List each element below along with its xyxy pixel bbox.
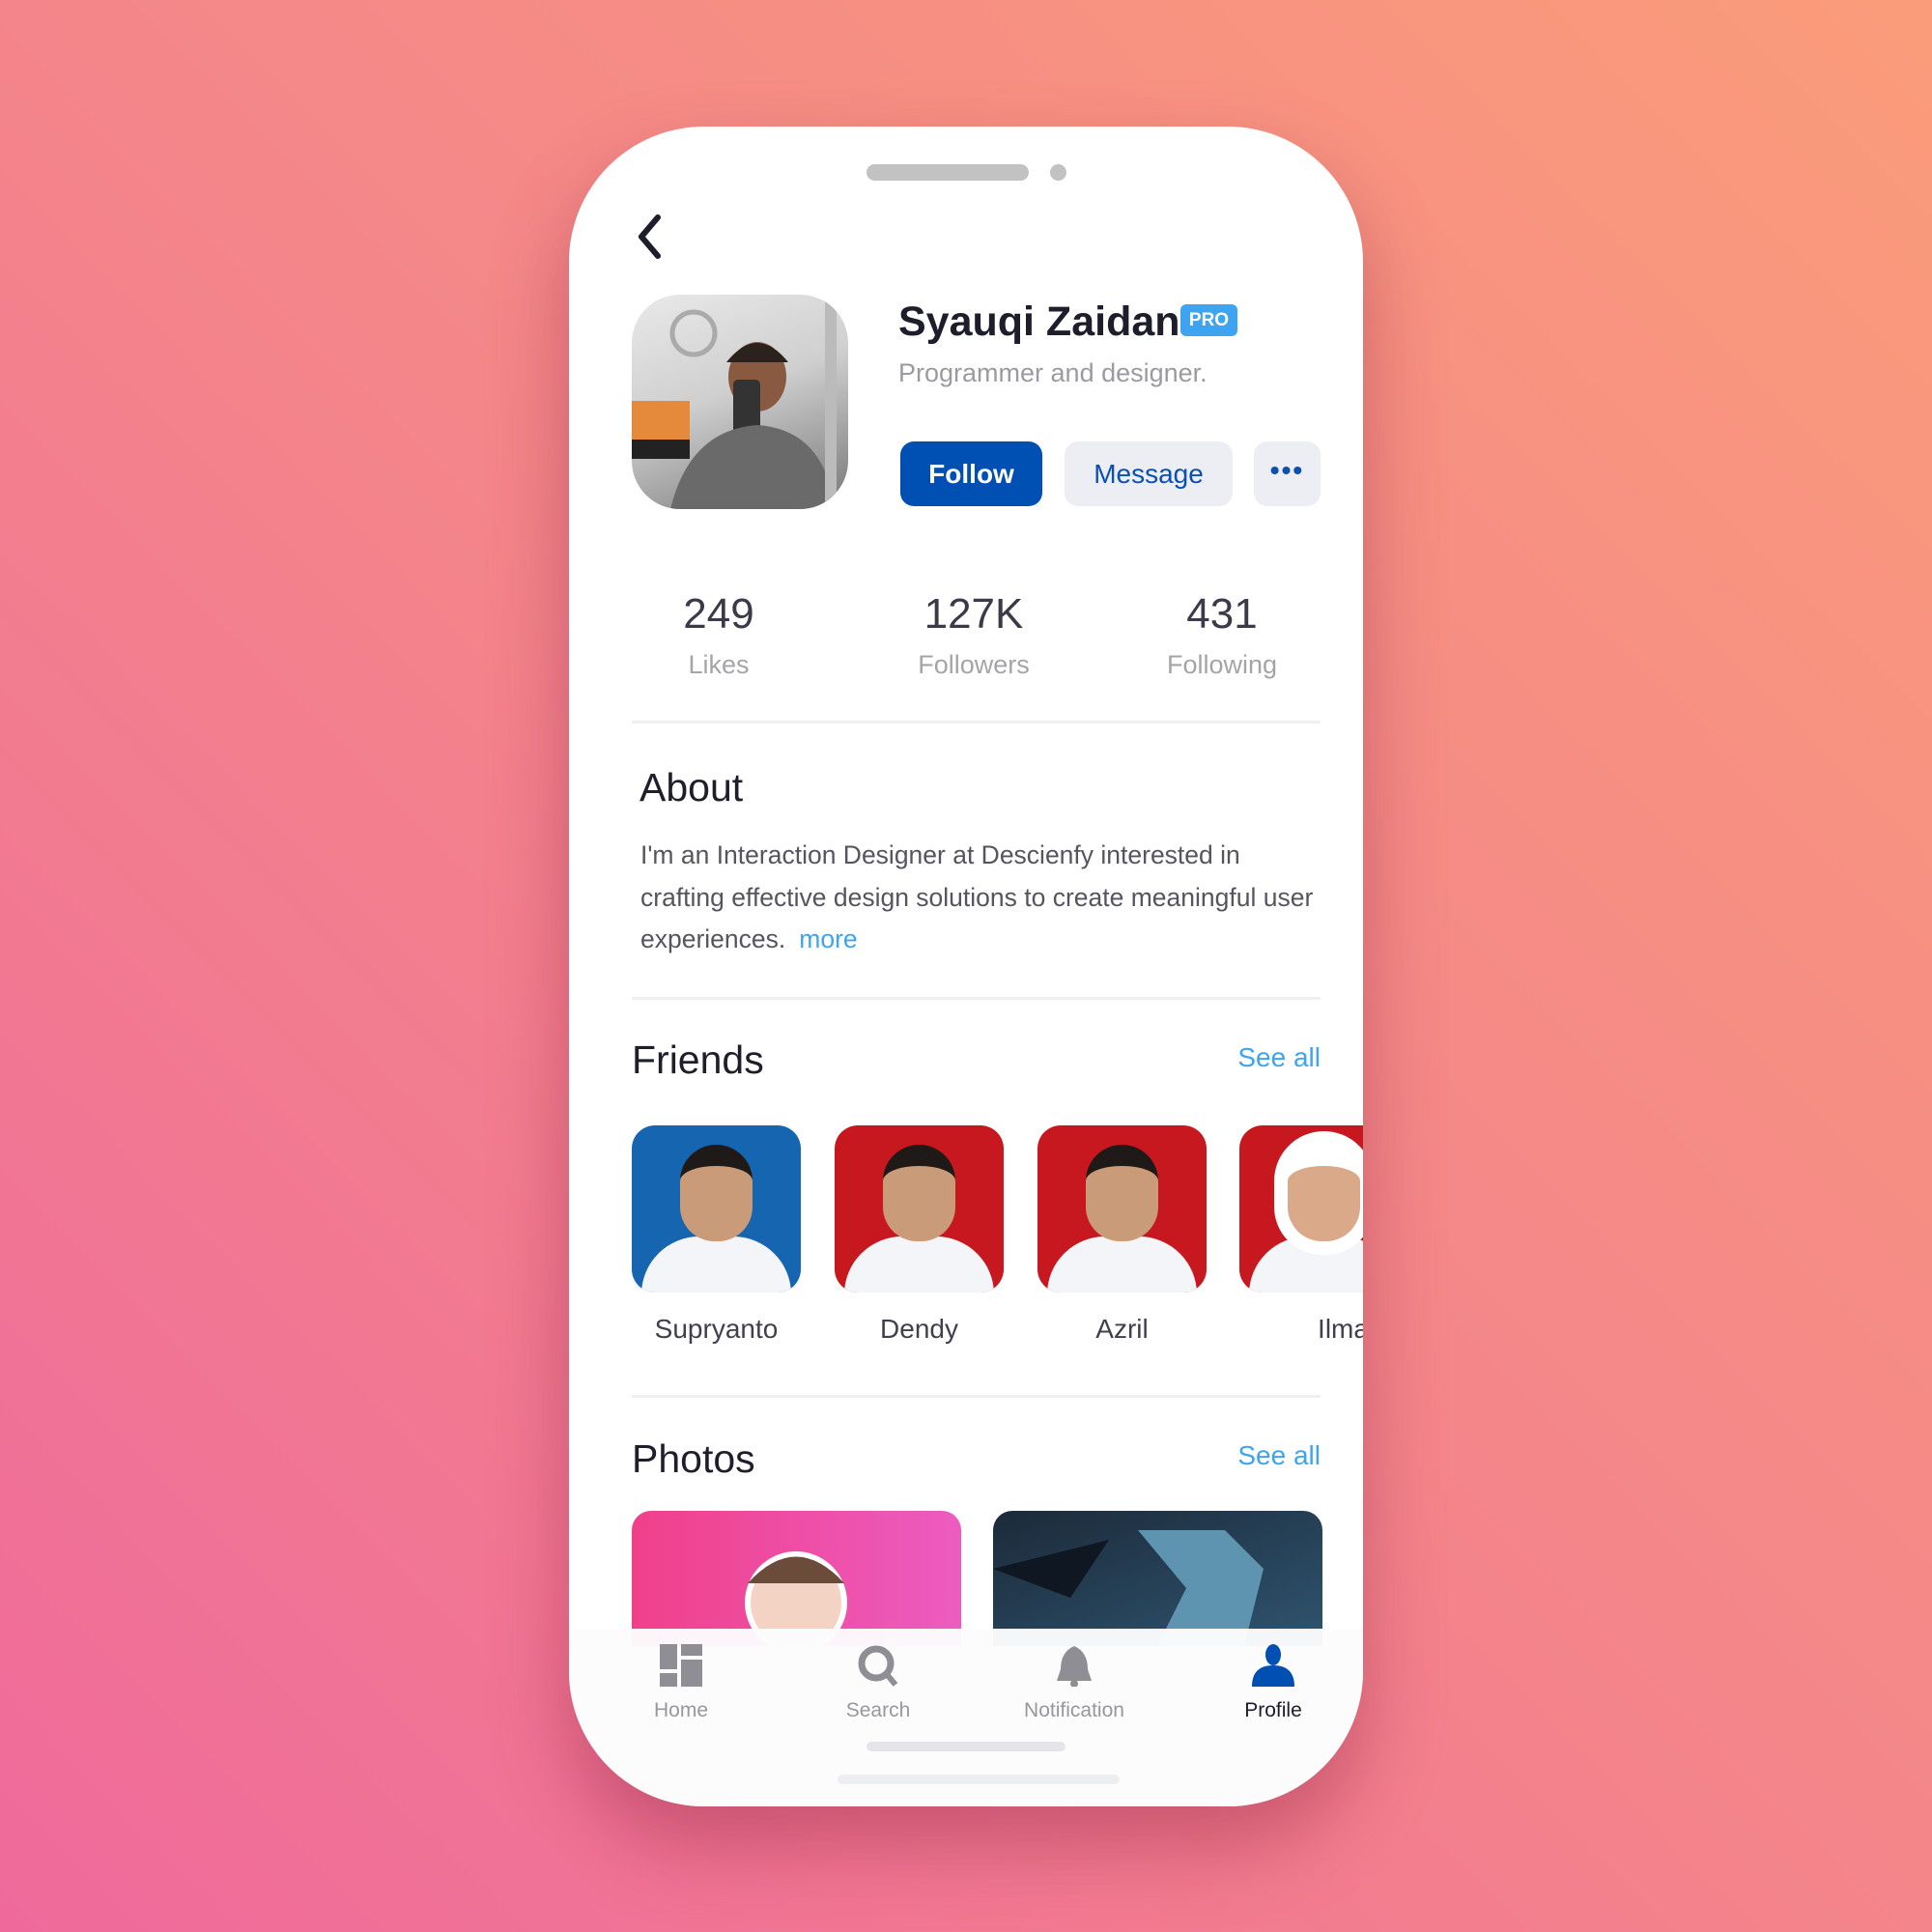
- chevron-left-icon: [639, 214, 661, 259]
- friend-name: Ilma: [1318, 1314, 1363, 1344]
- pro-badge: PRO: [1180, 304, 1237, 336]
- about-text: I'm an Interaction Designer at Descienfy…: [640, 835, 1317, 961]
- more-dots-icon: •••: [1269, 455, 1305, 485]
- divider: [632, 997, 1321, 1000]
- scroll-indicator: [867, 1742, 1065, 1751]
- divider: [632, 1395, 1321, 1398]
- stat-label: Followers: [918, 650, 1030, 679]
- friend-card[interactable]: Dendy: [835, 1125, 1004, 1345]
- friend-photo: [1037, 1125, 1207, 1293]
- friend-card[interactable]: Azril: [1037, 1125, 1207, 1345]
- search-icon: [858, 1645, 898, 1687]
- friends-see-all-link[interactable]: See all: [1237, 1042, 1321, 1073]
- nav-label: Home: [653, 1699, 709, 1721]
- message-button[interactable]: Message: [1065, 441, 1233, 506]
- stat-label: Following: [1166, 650, 1278, 679]
- home-indicator: [838, 1775, 1120, 1784]
- friend-photo: [835, 1125, 1004, 1293]
- nav-search[interactable]: Search: [791, 1644, 965, 1722]
- phone-frame: Syauqi Zaidan PRO Programmer and designe…: [569, 127, 1363, 1806]
- nav-label: Profile: [1244, 1699, 1302, 1721]
- nav-label: Notification: [1024, 1699, 1124, 1721]
- stat-following[interactable]: 431 Following: [1096, 590, 1348, 680]
- nav-profile[interactable]: Profile: [1186, 1644, 1360, 1722]
- photo-image: [993, 1530, 1264, 1646]
- stat-value: 431: [1186, 590, 1258, 638]
- friend-card[interactable]: Supryanto: [632, 1125, 801, 1345]
- nav-notification[interactable]: Notification: [987, 1644, 1161, 1722]
- photos-see-all-link[interactable]: See all: [1237, 1440, 1321, 1471]
- grid-icon: [660, 1644, 702, 1687]
- friend-name: Dendy: [880, 1314, 958, 1344]
- stat-label: Likes: [688, 650, 750, 679]
- stat-followers[interactable]: 127K Followers: [848, 590, 1099, 680]
- more-link[interactable]: more: [799, 924, 857, 953]
- friend-card[interactable]: Ilma: [1239, 1125, 1363, 1345]
- friend-photo: [632, 1125, 801, 1293]
- bell-icon: [1057, 1646, 1092, 1688]
- friend-photo: [1239, 1125, 1363, 1293]
- about-body: I'm an Interaction Designer at Descienfy…: [640, 840, 1314, 953]
- friend-name: Supryanto: [654, 1314, 779, 1344]
- photos-heading: Photos: [632, 1436, 755, 1481]
- friends-heading: Friends: [632, 1037, 764, 1082]
- more-options-button[interactable]: •••: [1254, 441, 1321, 506]
- friend-name: Azril: [1095, 1314, 1149, 1344]
- photo-image: [745, 1551, 847, 1646]
- nav-home[interactable]: Home: [594, 1644, 768, 1722]
- speaker: [867, 164, 1029, 181]
- profile-avatar: [632, 295, 848, 509]
- stat-value: 249: [683, 590, 754, 638]
- follow-button[interactable]: Follow: [900, 441, 1042, 506]
- profile-subtitle: Programmer and designer.: [898, 358, 1208, 387]
- nav-label: Search: [845, 1699, 911, 1721]
- back-button[interactable]: [627, 208, 675, 266]
- profile-name: Syauqi Zaidan: [898, 298, 1180, 345]
- about-heading: About: [639, 765, 744, 810]
- avatar-photo: [632, 295, 837, 509]
- camera: [1050, 164, 1066, 181]
- photo-thumbnail[interactable]: [993, 1511, 1322, 1646]
- user-icon: [1252, 1644, 1294, 1687]
- stat-likes[interactable]: 249 Likes: [593, 590, 844, 680]
- photo-thumbnail[interactable]: [632, 1511, 961, 1646]
- stat-value: 127K: [923, 590, 1024, 638]
- divider: [632, 721, 1321, 724]
